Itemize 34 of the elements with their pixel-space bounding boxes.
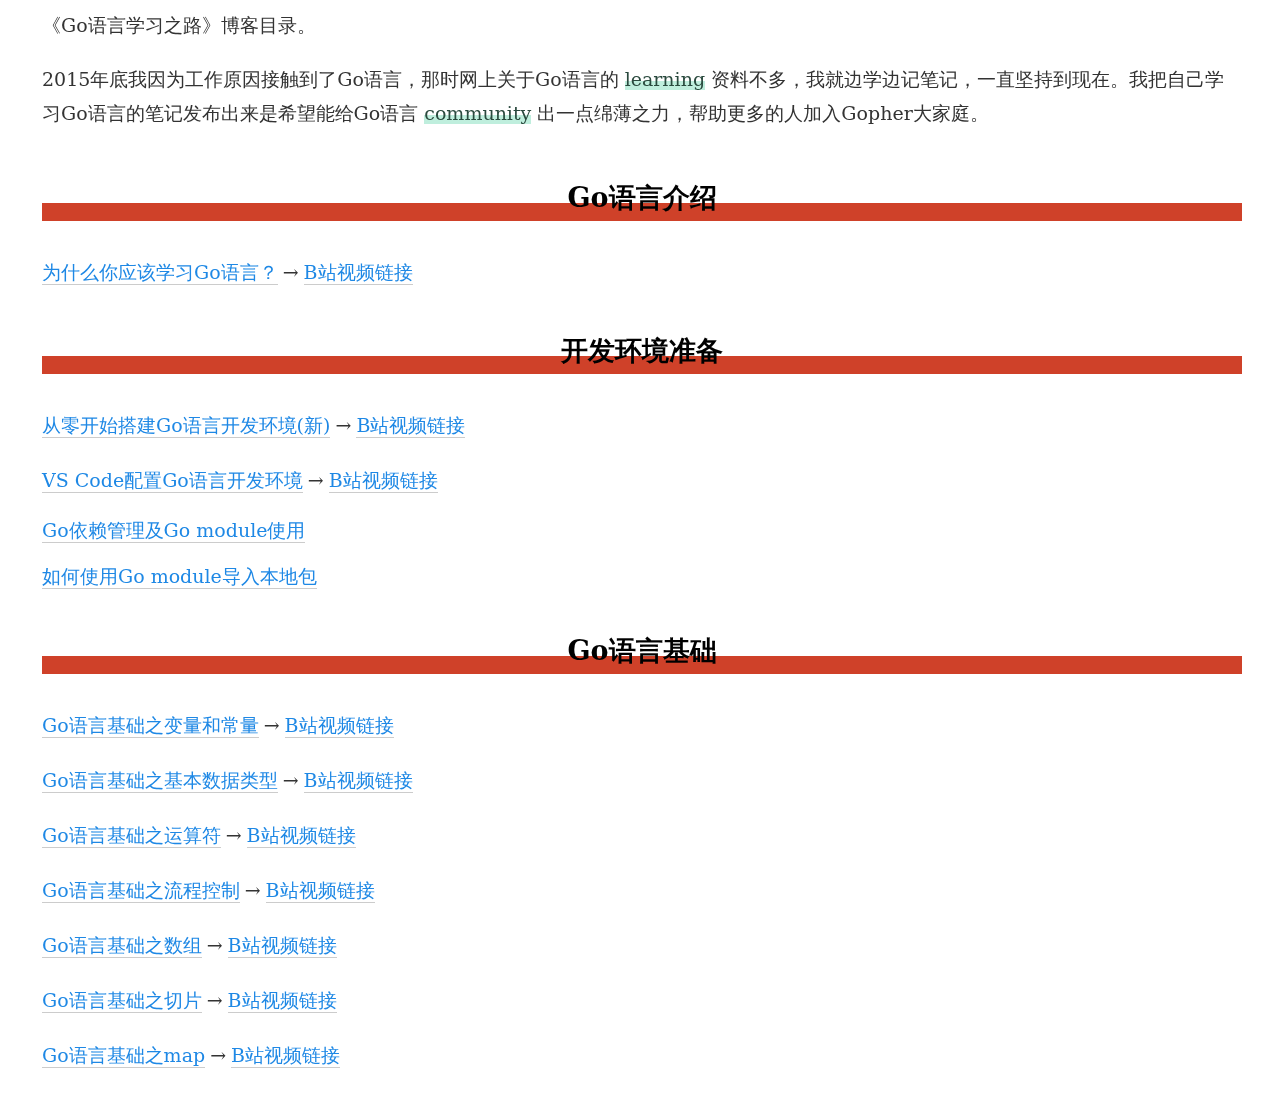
article-link[interactable]: 从零开始搭建Go语言开发环境(新) (42, 413, 331, 438)
video-link[interactable]: B站视频链接 (303, 768, 413, 793)
video-link[interactable]: B站视频链接 (303, 260, 413, 285)
video-link[interactable]: B站视频链接 (356, 413, 466, 438)
video-link[interactable]: B站视频链接 (227, 988, 337, 1013)
arrow-text: → (225, 823, 242, 848)
arrow-text: → (244, 878, 261, 903)
article-link[interactable]: VS Code配置Go语言开发环境 (42, 468, 303, 493)
video-link[interactable]: B站视频链接 (265, 878, 375, 903)
arrow-text: → (206, 933, 223, 958)
article-link[interactable]: Go语言基础之map (42, 1043, 206, 1068)
article-link[interactable]: Go语言基础之基本数据类型 (42, 768, 278, 793)
article-link[interactable]: Go语言基础之数组 (42, 933, 202, 958)
video-link[interactable]: B站视频链接 (328, 468, 438, 493)
video-link[interactable]: B站视频链接 (227, 933, 337, 958)
video-link[interactable]: B站视频链接 (246, 823, 356, 848)
arrow-text: → (210, 1043, 227, 1068)
article-link[interactable]: 为什么你应该学习Go语言？ (42, 260, 278, 285)
arrow-text: → (282, 260, 299, 285)
article-link[interactable]: Go依赖管理及Go module使用 (42, 518, 306, 543)
video-link[interactable]: B站视频链接 (284, 713, 394, 738)
article-link[interactable]: 如何使用Go module导入本地包 (42, 564, 317, 589)
article-link[interactable]: Go语言基础之变量和常量 (42, 713, 259, 738)
article-link[interactable]: Go语言基础之切片 (42, 988, 202, 1013)
arrow-text: → (307, 468, 324, 493)
arrow-text: → (282, 768, 299, 793)
intro-paragraph: 2015年底我因为工作原因接触到了Go语言，那时网上关于Go语言的 learning 资料不多，我就边学边记笔记，一直坚持到现在。我把自己学习Go语言的笔记发布出来是希望能给Go语言 community 出一点绵薄之力，帮助更多的人加入Gopher大家庭。 (42, 67, 1226, 126)
article-link[interactable]: Go语言基础之流程控制 (42, 878, 240, 903)
intro-text: 《Go语言学习之路》博客目录。 (42, 13, 317, 38)
article-link[interactable]: Go语言基础之运算符 (42, 823, 221, 848)
arrow-text: → (263, 713, 280, 738)
video-link[interactable]: B站视频链接 (231, 1043, 340, 1068)
arrow-text: → (335, 413, 352, 438)
arrow-text: → (206, 988, 223, 1013)
